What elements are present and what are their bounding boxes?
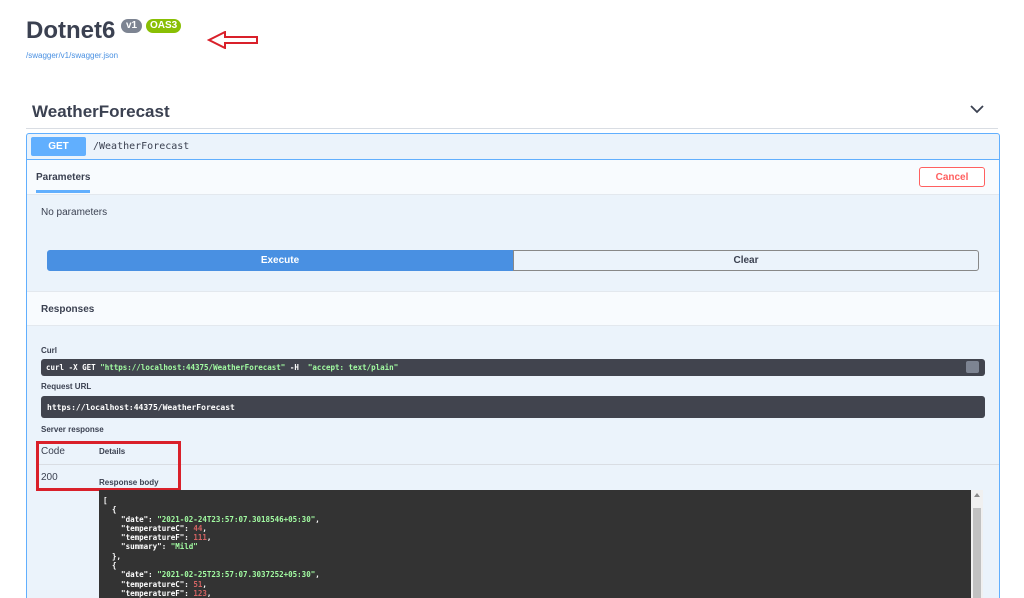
responses-title: Responses	[41, 304, 95, 315]
curl-command-box[interactable]: curl -X GET "https://localhost:44375/Wea…	[41, 359, 985, 376]
curl-command: curl -X GET	[46, 363, 101, 372]
response-table-header: Code Details	[37, 442, 999, 465]
request-url-label: Request URL	[41, 382, 92, 391]
json-tempf-value: 111	[193, 533, 207, 543]
http-method-badge: GET	[31, 137, 86, 156]
chevron-down-icon[interactable]	[970, 104, 984, 114]
server-response-label: Server response	[41, 425, 104, 434]
swagger-json-link[interactable]: /swagger/v1/swagger.json	[26, 51, 118, 60]
request-url-box[interactable]: https://localhost:44375/WeatherForecast	[41, 396, 985, 418]
red-highlight-annotation	[36, 441, 181, 491]
api-title: Dotnet6	[26, 17, 116, 44]
version-badge: v1	[121, 19, 143, 33]
no-parameters-text: No parameters	[41, 207, 108, 218]
copy-icon[interactable]	[966, 361, 979, 373]
operation-block: GET /WeatherForecast Parameters Cancel N…	[26, 133, 1000, 598]
json-tempf-value: 123	[193, 588, 207, 598]
response-body-scrollbar[interactable]	[971, 490, 983, 598]
parameters-header: Parameters Cancel	[27, 160, 999, 195]
curl-flag: -H	[285, 363, 308, 372]
execute-button[interactable]: Execute	[47, 250, 513, 271]
json-open-bracket: [	[103, 496, 108, 505]
clear-button[interactable]: Clear	[513, 250, 979, 271]
tag-title: WeatherForecast	[32, 102, 170, 121]
curl-url: "https://localhost:44375/WeatherForecast…	[100, 363, 286, 372]
json-tempc-value: 44	[193, 523, 203, 533]
scroll-up-icon[interactable]	[974, 493, 980, 497]
operation-path: /WeatherForecast	[93, 141, 190, 152]
tag-header[interactable]: WeatherForecast	[26, 99, 998, 129]
json-summary-value: "Mild"	[170, 542, 198, 552]
json-date-value: "2021-02-25T23:57:07.3037252+05:30"	[157, 570, 316, 580]
response-body[interactable]: [ { "date": "2021-02-24T23:57:07.3018546…	[99, 490, 983, 598]
responses-header: Responses	[27, 291, 999, 326]
scrollbar-thumb[interactable]	[973, 508, 981, 598]
curl-header: "accept: text/plain"	[307, 363, 399, 372]
operation-summary[interactable]: GET /WeatherForecast	[27, 134, 999, 160]
json-tempc-value: 51	[193, 579, 203, 589]
curl-label: Curl	[41, 346, 57, 355]
execute-button-group: Execute Clear	[47, 250, 979, 271]
cancel-button[interactable]: Cancel	[919, 167, 985, 187]
json-date-value: "2021-02-24T23:57:07.3018546+05:30"	[157, 514, 316, 524]
red-arrow-annotation-icon	[207, 31, 258, 49]
tab-parameters[interactable]: Parameters	[36, 172, 91, 193]
oas-badge: OAS3	[146, 19, 182, 33]
